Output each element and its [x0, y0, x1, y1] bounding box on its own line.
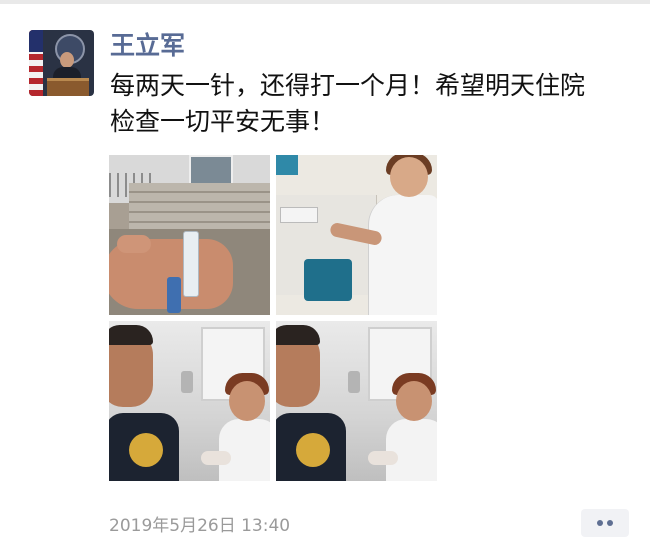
- nurse-coat: [219, 419, 270, 481]
- photo-thumbnail-4[interactable]: [276, 321, 437, 481]
- tray: [280, 207, 318, 223]
- nurse-head: [229, 381, 265, 421]
- more-dots-icon: [607, 520, 613, 526]
- nurse-coat: [386, 419, 437, 481]
- author-name[interactable]: 王立军: [110, 26, 185, 62]
- person-head-graphic: [60, 52, 74, 68]
- bag: [304, 259, 352, 301]
- glove: [201, 451, 231, 465]
- shelf: [276, 155, 298, 175]
- photo-thumbnail-2[interactable]: [276, 155, 437, 315]
- nurse-head: [396, 381, 432, 421]
- lamp: [348, 371, 360, 393]
- post-content: 每两天一针，还得打一个月！希望明天住院 检查一切平安无事！: [110, 68, 630, 140]
- shirt-print: [129, 433, 163, 467]
- glove: [368, 451, 398, 465]
- nurse-coat: [368, 195, 437, 315]
- ampoule: [183, 231, 199, 297]
- avatar[interactable]: [29, 30, 94, 96]
- post-content-line-2: 检查一切平安无事！: [110, 107, 336, 136]
- podium-graphic: [47, 78, 89, 96]
- photo-thumbnail-3[interactable]: [109, 321, 270, 481]
- finger: [117, 235, 151, 253]
- moments-post: 王立军 每两天一针，还得打一个月！希望明天住院 检查一切平安无事！ 2019年5…: [0, 0, 650, 557]
- man-hair: [109, 325, 153, 345]
- man-hair: [276, 325, 320, 345]
- more-dots-icon: [597, 520, 603, 526]
- photo-thumbnail-1[interactable]: [109, 155, 270, 315]
- post-content-line-1: 每两天一针，还得打一个月！希望明天住院: [110, 71, 586, 100]
- more-button[interactable]: [581, 509, 629, 537]
- medicine-vial: [167, 277, 181, 313]
- flag-canton-graphic: [29, 30, 43, 52]
- photo-grid: [109, 155, 437, 481]
- stairs: [129, 183, 270, 229]
- shirt-print: [296, 433, 330, 467]
- nurse-head: [390, 157, 428, 197]
- lamp: [181, 371, 193, 393]
- post-timestamp: 2019年5月26日 13:40: [109, 516, 291, 536]
